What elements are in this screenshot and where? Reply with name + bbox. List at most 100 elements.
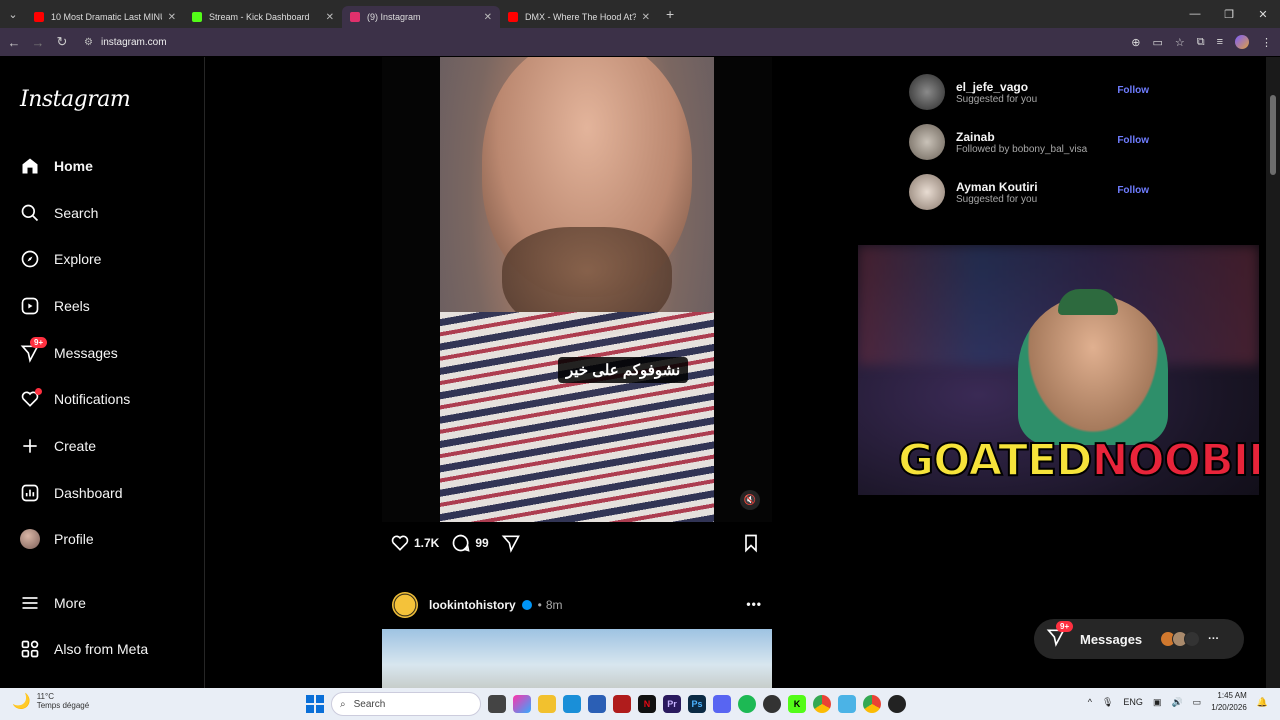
- tab-close-icon[interactable]: ✕: [484, 12, 492, 23]
- suggestion-avatar[interactable]: [909, 74, 945, 110]
- more-icon[interactable]: ···: [1208, 633, 1219, 645]
- share-button[interactable]: [501, 533, 525, 553]
- sidebar-item-notifications[interactable]: Notifications: [18, 384, 130, 414]
- url-field[interactable]: ⚙ instagram.com: [84, 37, 167, 48]
- messages-floating-button[interactable]: 9+ Messages ···: [1034, 619, 1244, 659]
- suggestion-name[interactable]: Zainab: [956, 130, 1106, 144]
- youtube-favicon-icon: [508, 12, 518, 22]
- photoshop-icon[interactable]: Ps: [688, 695, 706, 713]
- menu-icon: [18, 591, 42, 615]
- sidebar-item-profile[interactable]: Profile: [18, 524, 94, 554]
- like-button[interactable]: 1.7K: [390, 533, 439, 553]
- notepad-icon[interactable]: [838, 695, 856, 713]
- follow-button[interactable]: Follow: [1117, 185, 1149, 196]
- forward-icon[interactable]: →: [26, 35, 50, 50]
- sidebar-item-explore[interactable]: Explore: [18, 244, 101, 274]
- microphone-icon[interactable]: 🎙: [1102, 697, 1113, 708]
- plus-icon: [18, 434, 42, 458]
- language-indicator[interactable]: ENG: [1123, 697, 1143, 707]
- reload-icon[interactable]: ↻: [50, 34, 74, 50]
- premiere-icon[interactable]: Pr: [663, 695, 681, 713]
- tab-close-icon[interactable]: ✕: [168, 12, 176, 23]
- kick-icon[interactable]: K: [788, 695, 806, 713]
- post-username[interactable]: lookintohistory: [429, 598, 516, 612]
- messages-label: Messages: [1080, 631, 1143, 647]
- back-icon[interactable]: ←: [2, 35, 26, 50]
- chrome-icon[interactable]: [863, 695, 881, 713]
- restore-icon[interactable]: ❐: [1212, 8, 1246, 21]
- browser-profile-avatar[interactable]: [1235, 35, 1249, 49]
- suggestion-row: Zainab Followed by bobony_bal_visa Follo…: [909, 123, 1149, 161]
- sidebar-item-dashboard[interactable]: Dashboard: [18, 478, 123, 508]
- reel-video[interactable]: نشوفوكم على خير 🔇: [382, 57, 772, 522]
- new-tab-icon[interactable]: +: [666, 6, 674, 22]
- cast-icon[interactable]: ▭: [1152, 36, 1162, 49]
- zoom-icon[interactable]: ⊕: [1131, 36, 1140, 49]
- sidebar-item-label: Explore: [54, 251, 102, 267]
- sidebar-item-create[interactable]: Create: [18, 431, 96, 461]
- browser-tab-3[interactable]: (9) Instagram ✕: [342, 6, 500, 28]
- site-info-icon[interactable]: ⚙: [84, 37, 93, 48]
- comment-button[interactable]: 99: [451, 533, 489, 553]
- mute-icon[interactable]: 🔇: [740, 490, 760, 510]
- volume-icon[interactable]: 🔊: [1171, 697, 1182, 708]
- notifications-icon[interactable]: 🔔: [1257, 697, 1268, 708]
- scrollbar-thumb[interactable]: [1270, 95, 1276, 175]
- network-icon[interactable]: ▣: [1153, 697, 1162, 708]
- task-view-icon[interactable]: [488, 695, 506, 713]
- battery-icon[interactable]: ▭: [1193, 697, 1202, 708]
- weather-widget[interactable]: 🌙 11°C Temps dégagé: [12, 692, 89, 710]
- close-window-icon[interactable]: ✕: [1246, 8, 1280, 21]
- taskbar-search[interactable]: ⌕ Search: [331, 692, 481, 716]
- reading-list-icon[interactable]: ≡: [1217, 36, 1223, 48]
- minimize-icon[interactable]: —: [1178, 8, 1212, 20]
- spotify-icon[interactable]: [738, 695, 756, 713]
- browser-tab-1[interactable]: 10 Most Dramatic Last MINUTE ✕: [26, 6, 184, 28]
- video-frame: نشوفوكم على خير: [440, 57, 714, 522]
- post-image[interactable]: [382, 629, 772, 688]
- discord-icon[interactable]: [713, 695, 731, 713]
- more-options-icon[interactable]: •••: [746, 597, 762, 611]
- follow-button[interactable]: Follow: [1117, 85, 1149, 96]
- video-caption: نشوفوكم على خير: [558, 357, 689, 383]
- browser-tab-4[interactable]: DMX - Where The Hood At? (D ✕: [500, 6, 658, 28]
- post-avatar[interactable]: [392, 592, 418, 618]
- browser-tab-2[interactable]: Stream - Kick Dashboard ✕: [184, 6, 342, 28]
- clock[interactable]: 1:45 AM 1/20/2026: [1211, 690, 1247, 714]
- suggestion-name[interactable]: Ayman Koutiri: [956, 180, 1106, 194]
- suggestion-subtitle: Suggested for you: [956, 93, 1038, 105]
- tab-close-icon[interactable]: ✕: [326, 12, 334, 23]
- clock-time: 1:45 AM: [1217, 691, 1247, 700]
- windows-start-icon[interactable]: [306, 695, 324, 713]
- sidebar-item-also-from-meta[interactable]: Also from Meta: [18, 634, 148, 664]
- search-icon: [18, 201, 42, 225]
- url-text: instagram.com: [100, 36, 167, 48]
- suggestion-avatar[interactable]: [909, 124, 945, 160]
- app-icon[interactable]: [763, 695, 781, 713]
- suggestion-avatar[interactable]: [909, 174, 945, 210]
- follow-button[interactable]: Follow: [1117, 135, 1149, 146]
- browser-menu-icon[interactable]: ⋮: [1261, 36, 1272, 49]
- tab-close-icon[interactable]: ✕: [642, 12, 650, 23]
- app-icon[interactable]: [888, 695, 906, 713]
- chevron-up-icon[interactable]: ^: [1088, 697, 1092, 707]
- store-icon[interactable]: [588, 695, 606, 713]
- sidebar-item-reels[interactable]: Reels: [18, 291, 90, 321]
- tab-search-icon[interactable]: ⌄: [0, 8, 26, 21]
- sidebar-item-messages[interactable]: 9+ Messages: [18, 337, 118, 368]
- page-scrollbar[interactable]: [1266, 57, 1280, 688]
- sidebar-item-more[interactable]: More: [18, 588, 86, 618]
- sidebar-item-search[interactable]: Search: [18, 198, 98, 228]
- chrome-icon[interactable]: [813, 695, 831, 713]
- copilot-icon[interactable]: [513, 695, 531, 713]
- bookmark-star-icon[interactable]: ☆: [1175, 36, 1185, 49]
- netflix-icon[interactable]: N: [638, 695, 656, 713]
- app-icon[interactable]: [613, 695, 631, 713]
- edge-icon[interactable]: [563, 695, 581, 713]
- sidebar-item-home[interactable]: Home: [18, 151, 93, 181]
- instagram-logo[interactable]: Instagram: [20, 87, 131, 112]
- save-button[interactable]: [742, 533, 760, 558]
- extensions-icon[interactable]: ⧉: [1197, 36, 1205, 49]
- file-explorer-icon[interactable]: [538, 695, 556, 713]
- suggestion-name[interactable]: el_jefe_vago: [956, 80, 1106, 94]
